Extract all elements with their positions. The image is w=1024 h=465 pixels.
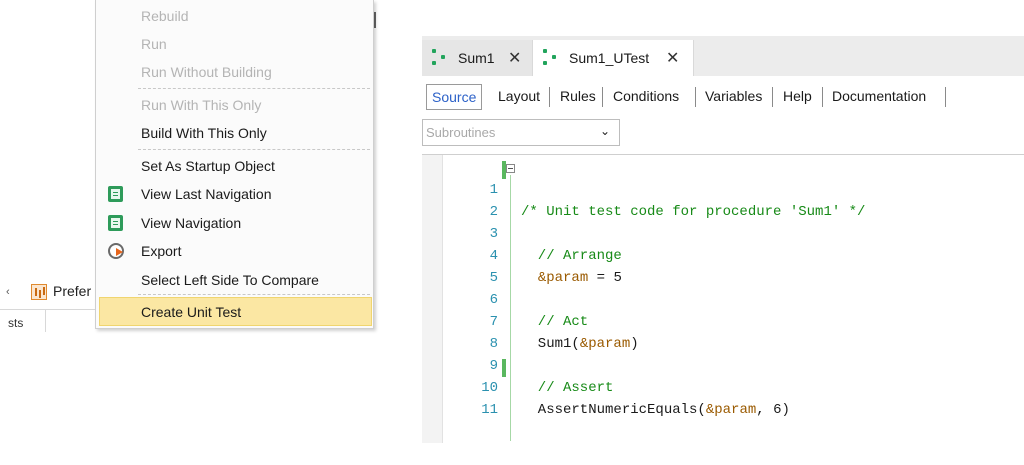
tab-separator (945, 87, 946, 107)
menu-item-label: Run Without Building (141, 64, 272, 80)
view-tabs: Source Layout Rules Conditions Variables… (422, 80, 1024, 112)
menu-item-label: Run With This Only (141, 97, 262, 113)
menu-item-label: Build With This Only (141, 125, 267, 141)
panel-divider (0, 309, 100, 310)
code-line[interactable]: 11 (422, 377, 1024, 418)
line-number: 11 (481, 402, 498, 418)
menu-item-label: Run (141, 36, 167, 52)
code-line[interactable]: 5 (422, 245, 1024, 286)
procedure-icon (432, 49, 446, 65)
tab-separator (602, 87, 603, 107)
panel-column-divider (45, 310, 46, 332)
menu-item-select-left-side-to-compare[interactable]: Select Left Side To Compare (96, 268, 373, 292)
menu-item-export[interactable]: Export (96, 239, 373, 263)
menu-item-build-with-this-only[interactable]: Build With This Only (96, 121, 373, 145)
tab-separator (822, 87, 823, 107)
navigation-report-icon (108, 186, 123, 202)
tab-layout[interactable]: Layout (493, 84, 545, 110)
preferences-tab[interactable]: ‹ Prefer (0, 280, 100, 310)
export-icon (108, 243, 124, 259)
code-line[interactable]: 6 // Act (422, 267, 1024, 330)
menu-item-run[interactable]: Run (96, 32, 373, 56)
menu-separator (138, 149, 370, 150)
code-line[interactable]: 1 /* Unit test code for procedure 'Sum1'… (422, 157, 1024, 220)
menu-item-label: Set As Startup Object (141, 158, 275, 174)
context-menu: Rebuild Run Run Without Building Run Wit… (95, 0, 374, 329)
code-editor[interactable]: 1 /* Unit test code for procedure 'Sum1'… (422, 154, 1024, 443)
tab-source[interactable]: Source (426, 84, 483, 110)
menu-item-rebuild[interactable]: Rebuild (96, 4, 373, 28)
menu-item-label: View Navigation (141, 215, 242, 231)
code-line[interactable]: 4 &param = 5 (422, 223, 1024, 286)
code-line[interactable]: 10 AssertNumericEquals(&param, 6) (422, 355, 1024, 418)
menu-item-run-with-this-only[interactable]: Run With This Only (96, 93, 373, 117)
tab-label: Sum1_UTest (569, 50, 650, 66)
menu-separator (138, 294, 370, 295)
navigation-report-icon (108, 215, 123, 231)
menu-separator (138, 88, 370, 89)
code-line[interactable]: 2 (422, 179, 1024, 220)
tab-help[interactable]: Help (778, 84, 817, 110)
tab-documentation[interactable]: Documentation (827, 84, 931, 110)
menu-item-label: Rebuild (141, 8, 189, 24)
tab-separator (549, 87, 550, 107)
tab-separator (695, 87, 696, 107)
tab-label: Sum1 (458, 50, 495, 66)
code-text: AssertNumericEquals(&param, 6) (521, 402, 790, 418)
code-line[interactable]: 7 Sum1(&param) (422, 289, 1024, 352)
menu-item-label: View Last Navigation (141, 186, 272, 202)
tab-rules[interactable]: Rules (555, 84, 601, 110)
chevron-left-icon[interactable]: ‹ (6, 286, 10, 298)
procedure-icon (543, 49, 557, 65)
code-line[interactable]: 9 // Assert (422, 333, 1024, 396)
code-line[interactable]: 8 (422, 311, 1024, 352)
code-line[interactable]: 3 // Arrange (422, 201, 1024, 264)
menu-item-label: Create Unit Test (141, 304, 242, 320)
panel-text: sts (8, 316, 24, 330)
tab-separator (772, 87, 773, 107)
tab-conditions[interactable]: Conditions (608, 84, 684, 110)
menu-item-view-last-navigation[interactable]: View Last Navigation (96, 182, 373, 206)
subroutines-dropdown[interactable]: Subroutines ⌄ (422, 119, 620, 146)
document-tab-sum1-utest[interactable]: Sum1_UTest ✕ (532, 40, 694, 76)
tab-variables[interactable]: Variables (700, 84, 767, 110)
close-icon[interactable]: ✕ (666, 48, 679, 68)
preferences-icon (31, 284, 47, 300)
menu-item-create-unit-test[interactable]: Create Unit Test (99, 297, 372, 326)
chevron-down-icon: ⌄ (599, 124, 610, 138)
menu-item-label: Select Left Side To Compare (141, 272, 319, 288)
document-tab-strip: Sum1 ✕ Sum1_UTest ✕ (422, 36, 1024, 76)
preferences-tab-label: Prefer (53, 283, 92, 299)
menu-item-set-as-startup-object[interactable]: Set As Startup Object (96, 154, 373, 178)
menu-item-label: Export (141, 243, 182, 259)
menu-item-view-navigation[interactable]: View Navigation (96, 211, 373, 235)
menu-item-run-without-building[interactable]: Run Without Building (96, 60, 373, 84)
document-tab-sum1[interactable]: Sum1 ✕ (422, 40, 532, 76)
close-icon[interactable]: ✕ (508, 48, 521, 68)
subroutines-placeholder: Subroutines (426, 125, 496, 140)
